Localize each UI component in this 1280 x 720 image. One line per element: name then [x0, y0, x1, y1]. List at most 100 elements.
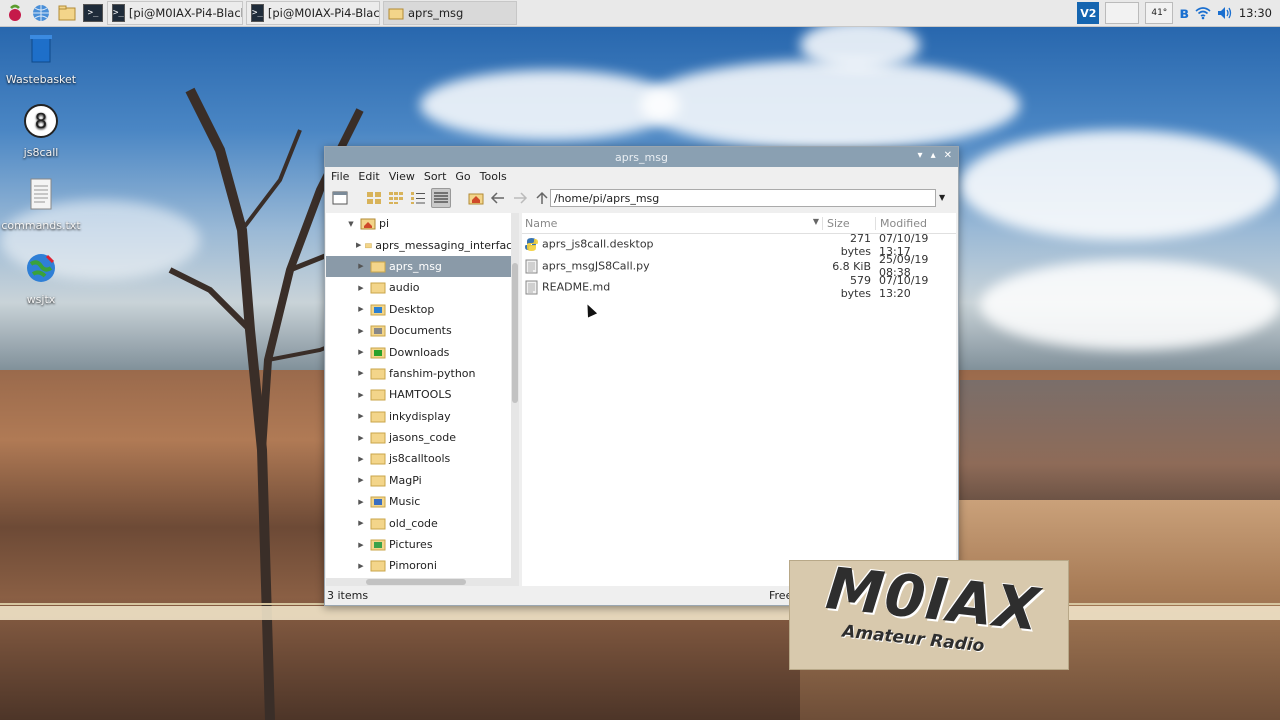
tree-item[interactable]: ▶ old_code [326, 512, 519, 533]
tree-vertical-scrollbar[interactable] [511, 213, 519, 578]
compact-view-icon [411, 192, 425, 204]
bluetooth-icon[interactable]: ʙ [1179, 4, 1189, 22]
folder-icon [365, 242, 373, 248]
view-icons-button[interactable] [365, 189, 383, 207]
file-name-cell: aprs_js8call.desktop [522, 237, 822, 252]
file-name: aprs_js8call.desktop [542, 237, 654, 251]
taskbar-task-terminal-2[interactable]: >_ [pi@M0IAX-Pi4-Black... [246, 1, 380, 25]
view-detailed-list-button[interactable] [431, 188, 451, 208]
expand-triangle-icon[interactable]: ▶ [356, 412, 366, 420]
tree-horizontal-scrollbar[interactable] [326, 578, 519, 586]
expand-triangle-icon[interactable]: ▶ [356, 391, 366, 399]
tree-item-label: audio [389, 281, 420, 295]
expand-triangle-icon[interactable]: ▶ [356, 369, 366, 377]
file-size: 579 bytes [840, 274, 871, 301]
desktop-icon-wsjtx[interactable]: wsjtx [1, 250, 81, 306]
folder-icon [370, 518, 386, 530]
menu-sort[interactable]: Sort [424, 170, 447, 183]
expand-triangle-icon[interactable]: ▶ [356, 241, 361, 249]
window-titlebar[interactable]: aprs_msg ▾ ▴ ✕ [325, 147, 958, 167]
documents-folder-icon [370, 325, 386, 337]
tree-root-pi[interactable]: ▼ pi [326, 213, 519, 234]
menu-edit[interactable]: Edit [358, 170, 379, 183]
expand-triangle-icon[interactable]: ▶ [356, 541, 366, 549]
trash-icon [30, 35, 52, 63]
tree-item[interactable]: ▶ fanshim-python [326, 363, 519, 384]
vnc-icon[interactable]: V2 [1077, 2, 1100, 24]
expand-triangle-icon[interactable]: ▶ [356, 498, 366, 506]
close-icon[interactable]: ✕ [944, 150, 952, 161]
tree-item-label: inkydisplay [389, 409, 451, 423]
expand-triangle-icon[interactable]: ▶ [356, 476, 366, 484]
maximize-icon[interactable]: ▴ [931, 150, 936, 161]
expand-triangle-icon[interactable]: ▶ [356, 284, 366, 292]
desktop-icon-commands-txt[interactable]: commands.txt [1, 176, 81, 232]
menu-tools[interactable]: Tools [480, 170, 507, 183]
column-header-modified[interactable]: Modified [875, 216, 956, 230]
clock[interactable]: 13:30 [1239, 6, 1272, 20]
temperature-monitor[interactable]: 41° [1145, 2, 1174, 24]
pictures-folder-icon [370, 539, 386, 551]
up-button[interactable] [533, 189, 551, 207]
tree-item[interactable]: ▶ js8calltools [326, 448, 519, 469]
expand-triangle-icon[interactable]: ▶ [356, 305, 366, 313]
volume-icon[interactable] [1217, 6, 1233, 20]
forward-button[interactable] [511, 189, 529, 207]
new-window-icon [332, 191, 348, 205]
expand-triangle-icon[interactable]: ▶ [356, 348, 366, 356]
folder-icon [370, 475, 386, 487]
tree-item[interactable]: ▶ Downloads [326, 341, 519, 362]
menu-go[interactable]: Go [455, 170, 470, 183]
tree-item[interactable]: ▶ Music [326, 491, 519, 512]
tree-item[interactable]: ▶ aprs_msg [326, 255, 519, 278]
column-header-size[interactable]: Size [822, 216, 875, 230]
tree-item[interactable]: ▶ HAMTOOLS [326, 384, 519, 405]
file-size: 6.8 KiB [832, 259, 871, 273]
tree-item[interactable]: ▶ jasons_code [326, 427, 519, 448]
file-manager-icon[interactable] [56, 2, 78, 24]
minimize-icon[interactable]: ▾ [918, 150, 923, 161]
tree-item-label: Music [389, 495, 421, 509]
menu-file[interactable]: File [331, 170, 349, 183]
taskbar-task-file-manager[interactable]: aprs_msg [383, 1, 517, 25]
tree-item[interactable]: ▶ Desktop [326, 299, 519, 320]
expand-triangle-icon[interactable]: ▶ [356, 455, 366, 463]
web-browser-icon[interactable] [30, 2, 52, 24]
view-compact-button[interactable] [409, 189, 427, 207]
new-tab-button[interactable] [331, 189, 349, 207]
column-header-name[interactable]: Name ▼ [522, 217, 822, 230]
svg-text:8: 8 [35, 109, 48, 133]
menu-view[interactable]: View [389, 170, 415, 183]
expand-triangle-icon[interactable]: ▶ [356, 434, 366, 442]
expand-triangle-icon[interactable]: ▶ [356, 562, 366, 570]
tree-item[interactable]: ▶ audio [326, 277, 519, 298]
tree-item[interactable]: ▶ Pimoroni [326, 555, 519, 576]
expanded-triangle-icon[interactable]: ▼ [346, 220, 356, 228]
tree-item[interactable]: ▶ Documents [326, 320, 519, 341]
view-thumbnails-button[interactable] [387, 189, 405, 207]
path-bar[interactable]: /home/pi/aprs_msg [550, 189, 936, 207]
tree-item[interactable]: ▶ MagPi [326, 470, 519, 491]
tree-item[interactable]: ▶ inkydisplay [326, 406, 519, 427]
home-button[interactable] [467, 189, 485, 207]
raspberry-menu-icon[interactable] [4, 2, 26, 24]
taskbar-task-terminal-1[interactable]: >_ [pi@M0IAX-Pi4-Black... [107, 1, 243, 25]
home-folder-icon [360, 218, 376, 230]
forward-arrow-icon [514, 192, 528, 204]
wifi-icon[interactable] [1195, 6, 1211, 20]
path-text: /home/pi/aprs_msg [554, 191, 660, 205]
path-history-chevron-down-icon[interactable]: ▼ [939, 193, 945, 202]
expand-triangle-icon[interactable]: ▶ [356, 327, 366, 335]
expand-triangle-icon[interactable]: ▶ [356, 519, 366, 527]
home-icon [468, 193, 484, 205]
file-row[interactable]: README.md 579 bytes 07/10/19 13:20 [522, 274, 956, 301]
terminal-launch-icon[interactable]: >_ [82, 2, 104, 24]
tree-item[interactable]: ▶ aprs_messaging_interface [326, 234, 519, 255]
cpu-monitor[interactable] [1105, 2, 1140, 24]
text-file-icon [525, 280, 538, 295]
expand-triangle-icon[interactable]: ▶ [356, 262, 366, 270]
tree-item[interactable]: ▶ Pictures [326, 534, 519, 555]
back-button[interactable] [489, 189, 507, 207]
desktop-icon-js8call[interactable]: 8 js8call [1, 103, 81, 159]
desktop-icon-wastebasket[interactable]: Wastebasket [1, 30, 81, 86]
